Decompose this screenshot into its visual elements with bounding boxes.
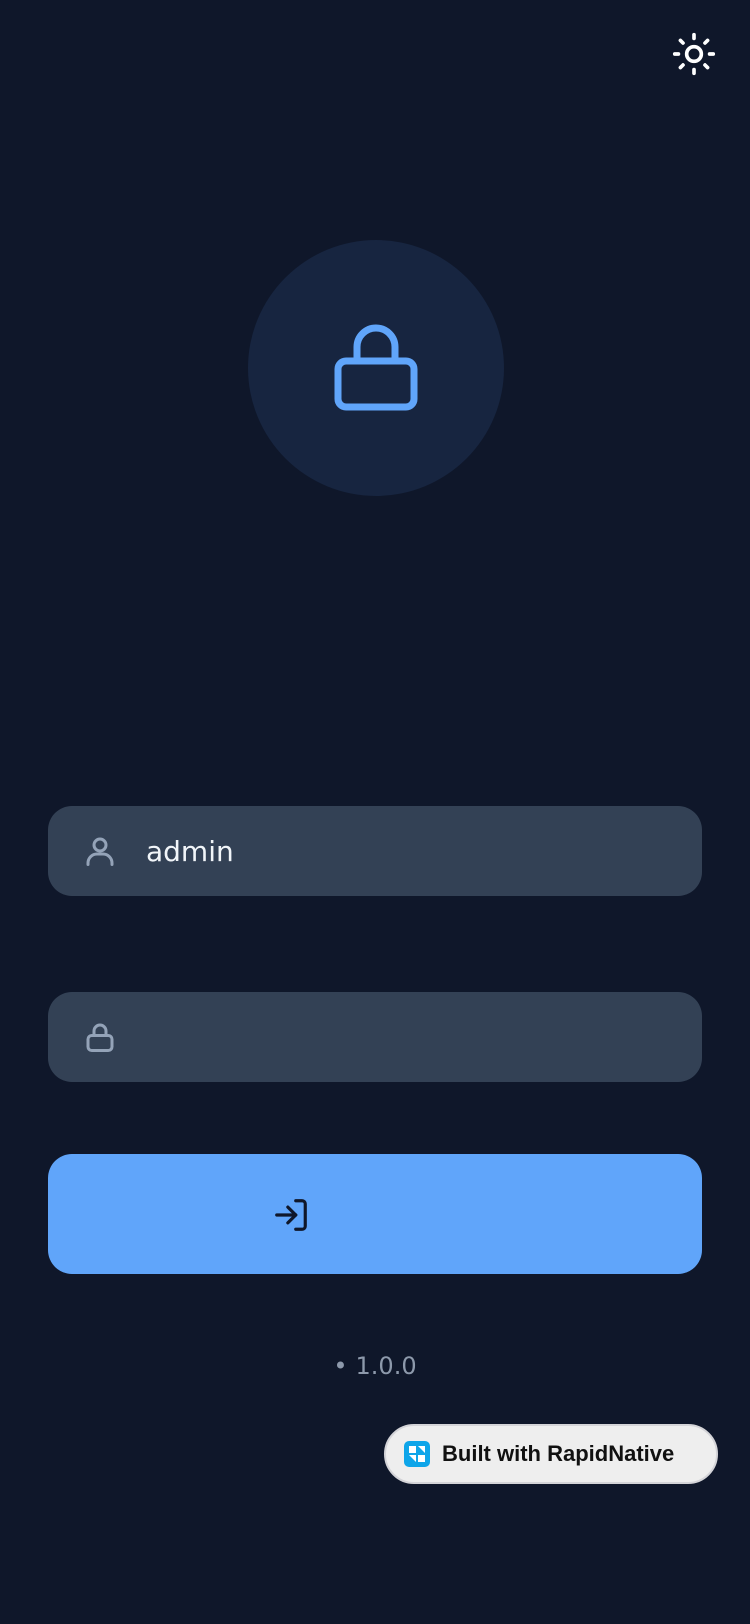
version-info: • 1.0.0 [0,1352,750,1380]
username-input[interactable] [146,806,676,896]
sun-icon [672,32,716,76]
lock-icon [86,1023,114,1052]
log-in-icon [275,1199,307,1231]
version-separator: • [333,1352,348,1380]
lock-hero [248,240,504,496]
rapidnative-logo [404,1441,430,1467]
password-field[interactable] [48,992,702,1082]
login-button[interactable] [48,1154,702,1274]
username-field[interactable] [48,806,702,896]
password-input[interactable] [146,992,676,1082]
lock-icon [334,324,418,411]
theme-toggle-button[interactable] [670,30,718,78]
badge-label: Built with RapidNative [442,1441,675,1466]
user-icon [86,837,114,866]
version-number: 1.0.0 [355,1352,417,1380]
built-with-badge[interactable]: Built with RapidNative [384,1424,718,1484]
